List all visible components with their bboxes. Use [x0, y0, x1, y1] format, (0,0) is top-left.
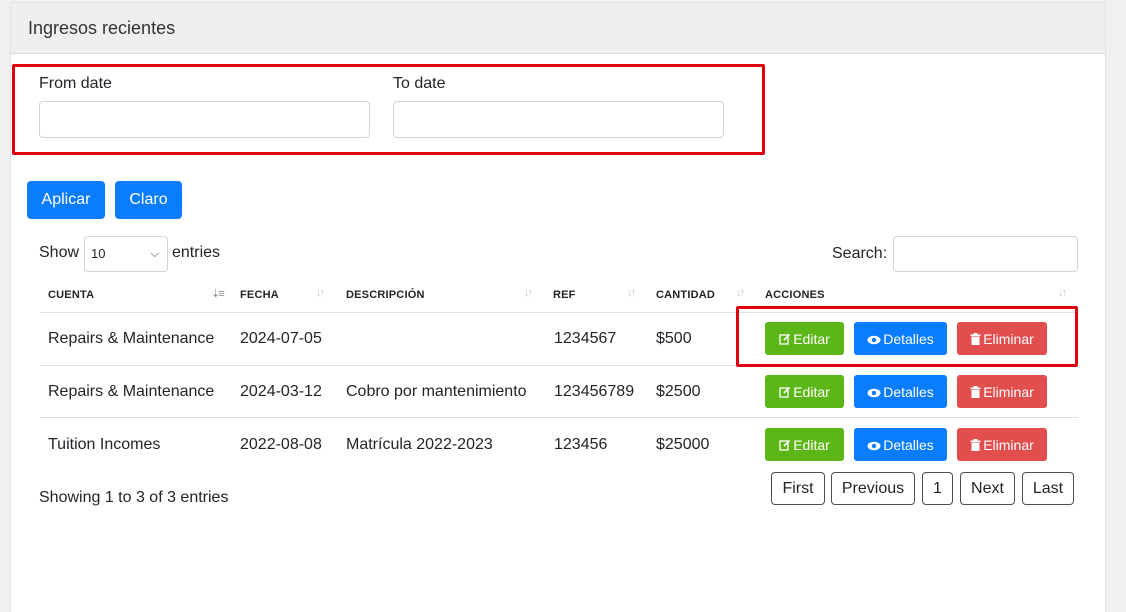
- cell-descripcion: Cobro por mantenimiento: [346, 383, 527, 400]
- column-header-descripcion[interactable]: DESCRIPCIÓN: [346, 289, 425, 301]
- sort-icon[interactable]: ↓↑: [524, 287, 533, 299]
- column-header-cantidad[interactable]: CANTIDAD: [656, 289, 715, 301]
- from-date-label: From date: [39, 75, 112, 92]
- edit-icon: [779, 386, 791, 398]
- column-header-acciones[interactable]: ACCIONES: [765, 289, 825, 301]
- row-divider: [40, 365, 1078, 366]
- chevron-down-icon: ⌵: [150, 248, 159, 260]
- eye-icon: [867, 388, 881, 397]
- table-info: Showing 1 to 3 of 3 entries: [39, 489, 229, 506]
- trash-icon: [970, 332, 981, 345]
- edit-label: Editar: [793, 330, 830, 347]
- cell-descripcion: Matrícula 2022-2023: [346, 436, 493, 453]
- edit-button[interactable]: Editar: [765, 375, 844, 408]
- edit-button[interactable]: Editar: [765, 428, 844, 461]
- details-label: Detalles: [883, 436, 934, 453]
- page-1-button[interactable]: 1: [922, 472, 953, 505]
- column-header-fecha[interactable]: FECHA: [240, 289, 279, 301]
- search-label: Search:: [832, 245, 888, 262]
- delete-button[interactable]: Eliminar: [957, 322, 1047, 355]
- cell-fecha: 2022-08-08: [240, 436, 322, 453]
- first-page-button[interactable]: First: [771, 472, 825, 505]
- edit-label: Editar: [793, 383, 830, 400]
- card-title: Ingresos recientes: [28, 18, 176, 38]
- cell-cantidad: $500: [656, 330, 692, 347]
- edit-icon: [779, 439, 791, 451]
- to-date-label: To date: [393, 75, 446, 92]
- cell-cantidad: $25000: [656, 436, 710, 453]
- recent-income-card: Ingresos recientes: [10, 2, 1106, 612]
- details-button[interactable]: Detalles: [854, 375, 947, 408]
- next-page-button[interactable]: Next: [960, 472, 1015, 505]
- sort-icon[interactable]: ↓↑: [627, 287, 636, 299]
- edit-icon: [779, 333, 791, 345]
- cell-fecha: 2024-03-12: [240, 383, 322, 400]
- clear-button[interactable]: Claro: [115, 181, 182, 219]
- from-date-input[interactable]: [39, 101, 370, 138]
- search-input[interactable]: [893, 236, 1078, 272]
- entries-select[interactable]: 10 ⌵: [84, 236, 168, 272]
- previous-page-button[interactable]: Previous: [831, 472, 915, 505]
- cell-cuenta: Repairs & Maintenance: [48, 330, 215, 347]
- show-label: Show: [39, 244, 80, 261]
- details-label: Detalles: [883, 330, 934, 347]
- cell-cantidad: $2500: [656, 383, 701, 400]
- cell-cuenta: Repairs & Maintenance: [48, 383, 215, 400]
- sort-icon[interactable]: ↓↑: [316, 287, 325, 299]
- cell-ref: 123456: [554, 436, 608, 453]
- cell-fecha: 2024-07-05: [240, 330, 322, 347]
- row-divider: [40, 312, 1078, 313]
- cell-cuenta: Tuition Incomes: [48, 436, 161, 453]
- delete-button[interactable]: Eliminar: [957, 428, 1047, 461]
- entries-select-value: 10: [91, 246, 106, 261]
- last-page-button[interactable]: Last: [1022, 472, 1074, 505]
- edit-label: Editar: [793, 436, 830, 453]
- row-divider: [40, 417, 1078, 418]
- column-header-ref[interactable]: REF: [553, 289, 576, 301]
- delete-label: Eliminar: [983, 436, 1034, 453]
- column-header-cuenta[interactable]: CUENTA: [48, 289, 94, 301]
- eye-icon: [867, 441, 881, 450]
- delete-label: Eliminar: [983, 383, 1034, 400]
- entries-label: entries: [172, 244, 221, 261]
- cell-ref: 1234567: [554, 330, 617, 347]
- edit-button[interactable]: Editar: [765, 322, 844, 355]
- sort-asc-icon[interactable]: ⇣≡: [211, 287, 225, 300]
- card-header: Ingresos recientes: [11, 3, 1105, 54]
- to-date-input[interactable]: [393, 101, 724, 138]
- eye-icon: [867, 335, 881, 344]
- trash-icon: [970, 438, 981, 451]
- delete-label: Eliminar: [983, 330, 1034, 347]
- sort-icon[interactable]: ↓↑: [1058, 287, 1067, 299]
- sort-icon[interactable]: ↓↑: [736, 287, 745, 299]
- details-button[interactable]: Detalles: [854, 322, 947, 355]
- details-button[interactable]: Detalles: [854, 428, 947, 461]
- apply-button[interactable]: Aplicar: [27, 181, 105, 219]
- trash-icon: [970, 385, 981, 398]
- delete-button[interactable]: Eliminar: [957, 375, 1047, 408]
- cell-ref: 123456789: [554, 383, 635, 400]
- details-label: Detalles: [883, 383, 934, 400]
